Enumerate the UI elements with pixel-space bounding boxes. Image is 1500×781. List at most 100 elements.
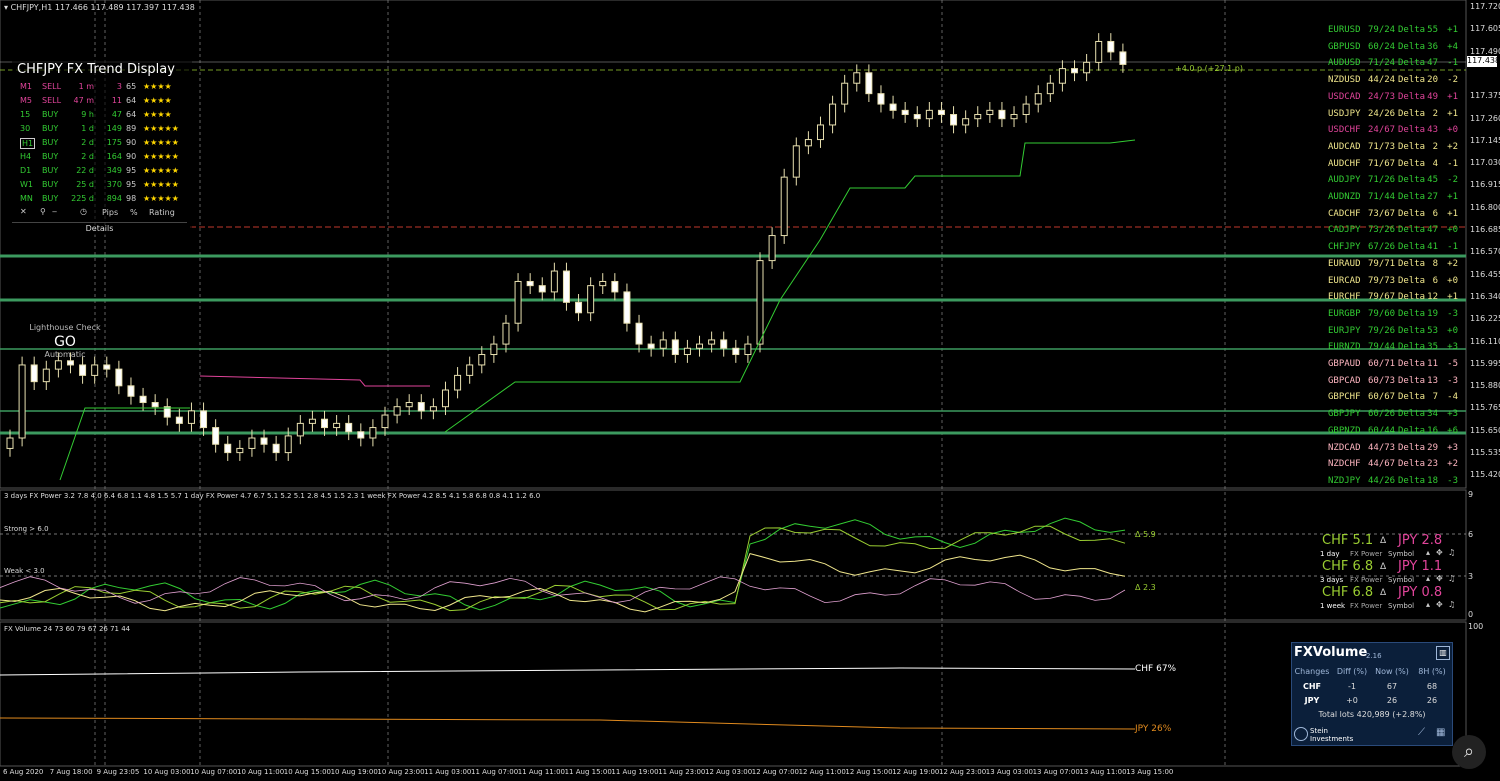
pair-row[interactable]: CADCHF 73/67 Delta 6 +1 xyxy=(1328,209,1458,221)
trend-stars: ★★★★★ xyxy=(143,166,179,175)
link-icon[interactable]: ⚲ xyxy=(40,207,46,216)
pair-row[interactable]: AUDJPY 71/26 Delta 45 -2 xyxy=(1328,175,1458,187)
pair-row[interactable]: GBPCAD 60/73 Delta 13 -3 xyxy=(1328,376,1458,388)
trend-timeframe[interactable]: H1 xyxy=(20,138,36,149)
pair-row[interactable]: AUDCAD 71/73 Delta 2 +2 xyxy=(1328,142,1458,154)
power-label: FX Power xyxy=(1350,550,1383,558)
trend-row: 30 BUY 1 d 149 89 ★★★★★ xyxy=(20,124,190,138)
pair-row[interactable]: CHFJPY 67/26 Delta 41 -1 xyxy=(1328,242,1458,254)
bull-candle xyxy=(550,270,558,293)
pair-delta: 45 xyxy=(1427,175,1438,186)
bull-candle xyxy=(187,410,195,424)
pair-row[interactable]: USDCHF 24/67 Delta 43 +0 xyxy=(1328,125,1458,137)
pair-delta: 8 xyxy=(1432,258,1438,269)
pair-delta: 49 xyxy=(1427,91,1438,102)
pair-row[interactable]: USDCAD 24/73 Delta 49 +1 xyxy=(1328,92,1458,104)
pair-row[interactable]: GBPJPY 60/26 Delta 34 +3 xyxy=(1328,409,1458,421)
pair-ratio: 73/67 xyxy=(1368,208,1396,219)
pair-row[interactable]: EURUSD 79/24 Delta 55 +1 xyxy=(1328,25,1458,37)
arrow-up-icon[interactable]: ▴ xyxy=(1426,600,1430,609)
chart-canvas xyxy=(0,0,1467,767)
trend-display-panel: CHFJPY FX Trend Display M1 SELL 1 m 3 65 ★★★★… xyxy=(12,60,192,235)
trend-row: H4 BUY 2 d 164 90 ★★★★★ xyxy=(20,152,190,166)
pair-row[interactable]: CADJPY 73/26 Delta 47 +0 xyxy=(1328,225,1458,237)
pair-row[interactable]: USDJPY 24/26 Delta 2 +1 xyxy=(1328,109,1458,121)
bull-candle xyxy=(6,437,14,449)
pair-delta-label: Delta xyxy=(1398,375,1426,386)
dropdown-arrow-icon[interactable]: ▾ xyxy=(4,3,8,12)
trend-timeframe[interactable]: 30 xyxy=(20,124,30,133)
trend-timeframe[interactable]: 15 xyxy=(20,110,30,119)
trend-pips: 894 xyxy=(106,194,122,203)
trend-timeframe[interactable]: W1 xyxy=(20,180,33,189)
grid-icon[interactable]: ▦ xyxy=(1436,727,1445,738)
time-label: 10 Aug 19:00 xyxy=(330,768,378,776)
price-axis-label: 115.420 xyxy=(1470,470,1500,480)
trend-duration: 1 d xyxy=(81,124,94,133)
sound-icon[interactable]: ♫ xyxy=(1448,548,1455,557)
pair-row[interactable]: EURCAD 79/73 Delta 6 +0 xyxy=(1328,276,1458,288)
zoom-icon[interactable]: ⌕ xyxy=(1452,735,1486,769)
symbol-button[interactable]: Symbol xyxy=(1388,550,1414,558)
arrow-up-icon[interactable]: ▴ xyxy=(1426,548,1430,557)
time-label: 10 Aug 23:00 xyxy=(377,768,425,776)
trend-direction: BUY xyxy=(42,180,59,189)
power-axis-3: 3 xyxy=(1468,572,1474,581)
pair-ratio: 44/26 xyxy=(1368,475,1396,486)
pair-row[interactable]: NZDCHF 44/67 Delta 23 +2 xyxy=(1328,459,1458,471)
trend-timeframe[interactable]: H4 xyxy=(20,152,31,161)
pair-row[interactable]: AUDCHF 71/67 Delta 4 -1 xyxy=(1328,159,1458,171)
symbol-button[interactable]: Symbol xyxy=(1388,602,1414,610)
time-label: 13 Aug 15:00 xyxy=(1126,768,1174,776)
pair-row[interactable]: EURAUD 79/71 Delta 8 +2 xyxy=(1328,259,1458,271)
pair-delta: 53 xyxy=(1427,325,1438,336)
pair-row[interactable]: GBPUSD 60/24 Delta 36 +4 xyxy=(1328,42,1458,54)
minimize-icon[interactable]: ‒ xyxy=(52,207,57,216)
trend-timeframe[interactable]: D1 xyxy=(20,166,31,175)
pair-row[interactable]: AUDNZD 71/44 Delta 27 +1 xyxy=(1328,192,1458,204)
bear-candle xyxy=(937,109,945,116)
arrow-up-icon[interactable]: ▴ xyxy=(1426,574,1430,583)
pair-change: +1 xyxy=(1447,192,1458,202)
pair-row[interactable]: GBPAUD 60/71 Delta 11 -5 xyxy=(1328,359,1458,371)
symbol-button[interactable]: Symbol xyxy=(1388,576,1414,584)
pair-row[interactable]: AUDUSD 71/24 Delta 47 -1 xyxy=(1328,58,1458,70)
stein-logo-icon xyxy=(1294,727,1308,741)
bull-candle xyxy=(18,364,26,439)
chart-icon[interactable]: ▥ xyxy=(1436,646,1450,660)
trend-timeframe[interactable]: MN xyxy=(20,194,33,203)
pair-row[interactable]: EURNZD 79/44 Delta 35 +3 xyxy=(1328,342,1458,354)
pair-name: GBPAUD xyxy=(1328,359,1361,369)
pair-name: EURNZD xyxy=(1328,342,1361,353)
close-icon[interactable]: ✕ xyxy=(20,207,27,216)
pair-delta: 41 xyxy=(1427,242,1438,253)
pair-ratio: 44/24 xyxy=(1368,75,1396,86)
delta-sign: Δ xyxy=(1380,536,1387,546)
pair-row[interactable]: NZDJPY 44/26 Delta 18 -3 xyxy=(1328,476,1458,488)
pair-row[interactable]: GBPCHF 60/67 Delta 7 -4 xyxy=(1328,392,1458,404)
trend-timeframe[interactable]: M1 xyxy=(20,82,32,91)
pair-row[interactable]: EURJPY 79/26 Delta 53 +0 xyxy=(1328,326,1458,338)
sound-icon[interactable]: ♫ xyxy=(1448,600,1455,609)
pair-row[interactable]: NZDCAD 44/73 Delta 29 +3 xyxy=(1328,443,1458,455)
fxvol-cell: 68 xyxy=(1426,682,1438,691)
line-chart-icon[interactable]: ⟋ xyxy=(1418,727,1425,738)
details-button[interactable]: Details xyxy=(12,222,187,233)
jpy-power-line xyxy=(0,553,1126,613)
pair-row[interactable]: EURCHF 79/67 Delta 12 +1 xyxy=(1328,292,1458,304)
sound-icon[interactable]: ♫ xyxy=(1448,574,1455,583)
move-icon[interactable]: ✥ xyxy=(1436,600,1443,609)
power-label: FX Power xyxy=(1350,576,1383,584)
bull-candle xyxy=(333,422,341,429)
pair-delta-label: Delta xyxy=(1398,292,1426,303)
pair-row[interactable]: GBPNZD 60/44 Delta 16 +6 xyxy=(1328,426,1458,438)
pair-row[interactable]: EURGBP 79/60 Delta 19 -3 xyxy=(1328,309,1458,321)
bull-candle xyxy=(393,406,401,416)
bear-candle xyxy=(357,431,365,439)
move-icon[interactable]: ✥ xyxy=(1436,574,1443,583)
pair-row[interactable]: NZDUSD 44/24 Delta 20 -2 xyxy=(1328,75,1458,87)
pair-ratio: 60/24 xyxy=(1368,41,1396,52)
trend-timeframe[interactable]: M5 xyxy=(20,96,32,105)
move-icon[interactable]: ✥ xyxy=(1436,548,1443,557)
price-axis-label: 117.375 xyxy=(1470,91,1500,101)
